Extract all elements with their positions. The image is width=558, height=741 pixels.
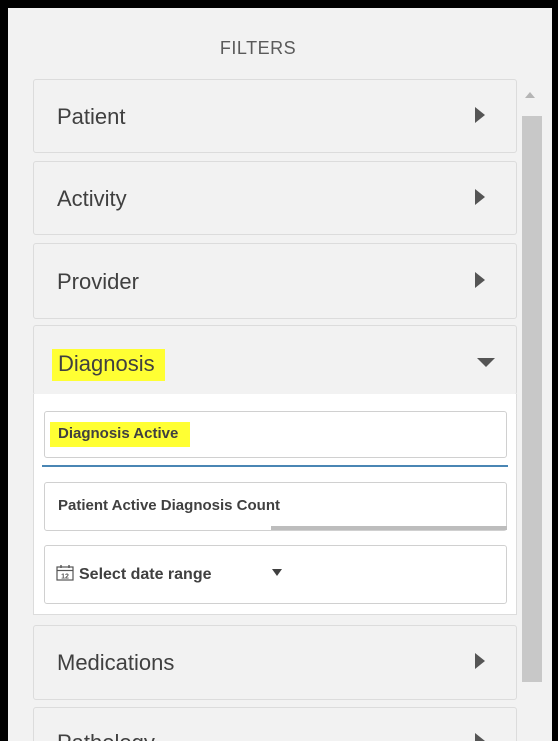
filters-title: FILTERS <box>219 38 297 58</box>
chevron-right-icon <box>475 272 485 288</box>
panel-scrollbar[interactable] <box>519 86 542 741</box>
panel-activity-label: Activity <box>57 186 127 211</box>
date-range-label: Select date range <box>79 566 212 583</box>
date-range-picker[interactable]: 12 Select date range <box>44 545 507 604</box>
chevron-right-icon <box>475 107 485 123</box>
panel-provider-label: Provider <box>57 269 139 294</box>
filter-count-label: Patient Active Diagnosis Count <box>58 497 280 514</box>
panel-patient-label: Patient <box>57 104 126 129</box>
panel-next[interactable]: Pathology <box>33 707 517 741</box>
panel-next-label: Pathology <box>57 730 155 741</box>
panel-medications[interactable]: Medications <box>33 625 517 700</box>
selection-underline <box>42 465 508 467</box>
chevron-right-icon <box>475 733 485 741</box>
panel-diagnosis-label: Diagnosis <box>52 349 165 381</box>
chevron-down-icon <box>477 358 495 367</box>
scrollbar-thumb[interactable] <box>522 116 542 682</box>
filters-pane: FILTERS Patient Activity Provider Diagno… <box>8 8 552 741</box>
panel-diagnosis[interactable]: Diagnosis <box>33 325 517 395</box>
scroll-up-arrow-icon[interactable] <box>525 92 535 98</box>
filter-patient-active-diagnosis-count[interactable]: Patient Active Diagnosis Count <box>44 482 507 531</box>
panel-provider[interactable]: Provider <box>33 243 517 319</box>
filter-diagnosis-active-label: Diagnosis Active <box>50 422 191 447</box>
panel-medications-label: Medications <box>57 650 175 675</box>
svg-text:12: 12 <box>61 574 69 581</box>
chevron-right-icon <box>475 189 485 205</box>
filter-diagnosis-active[interactable]: Diagnosis Active <box>44 411 507 458</box>
caret-down-icon <box>272 569 282 576</box>
chevron-right-icon <box>475 653 485 669</box>
calendar-icon: 12 <box>56 564 74 581</box>
count-progress-bar <box>271 526 507 530</box>
diagnosis-panel-body: Diagnosis Active Patient Active Diagnosi… <box>33 394 517 615</box>
panel-patient[interactable]: Patient <box>33 79 517 153</box>
panel-activity[interactable]: Activity <box>33 161 517 235</box>
